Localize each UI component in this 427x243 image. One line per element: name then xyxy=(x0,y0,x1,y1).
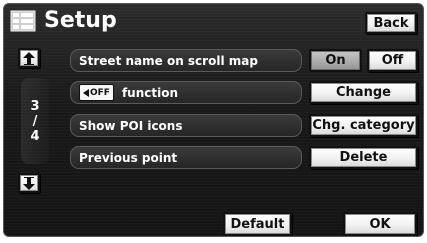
page-current: 3 xyxy=(30,98,40,114)
arrow-up-icon xyxy=(23,51,35,65)
speaker-off-icon xyxy=(83,88,89,97)
page-total: 4 xyxy=(30,128,40,144)
setting-street-name: Street name on scroll map xyxy=(70,49,302,72)
page-separator: / xyxy=(32,113,38,129)
setup-screen: Setup Back 3 / 4 Street name on scroll m… xyxy=(0,0,427,243)
list-menu-icon xyxy=(10,10,36,32)
delete-button[interactable]: Delete xyxy=(309,146,418,169)
change-category-button[interactable]: Chg. category xyxy=(309,114,418,137)
page-indicator: 3 / 4 xyxy=(21,78,49,164)
change-button[interactable]: Change xyxy=(309,81,418,104)
off-badge: OFF xyxy=(79,84,114,101)
arrow-down-icon xyxy=(23,176,35,190)
setting-previous-point: Previous point xyxy=(70,146,302,169)
setting-show-poi-icons: Show POI icons xyxy=(70,114,302,137)
ok-button[interactable]: OK xyxy=(343,212,417,236)
setting-off-function: OFF function xyxy=(70,81,302,104)
default-button[interactable]: Default xyxy=(223,212,292,236)
setting-label: function xyxy=(121,85,179,100)
off-badge-text: OFF xyxy=(90,87,110,98)
scroll-down-button[interactable] xyxy=(18,173,40,193)
setting-label: Previous point xyxy=(79,150,178,165)
off-button[interactable]: Off xyxy=(367,49,418,72)
page-title: Setup xyxy=(44,8,117,33)
setup-panel: Setup Back 3 / 4 Street name on scroll m… xyxy=(3,3,424,237)
setting-label: Street name on scroll map xyxy=(79,53,258,68)
back-button[interactable]: Back xyxy=(365,12,417,34)
scroll-up-button[interactable] xyxy=(18,48,40,68)
on-button[interactable]: On xyxy=(309,49,362,72)
setting-label: Show POI icons xyxy=(79,118,183,133)
